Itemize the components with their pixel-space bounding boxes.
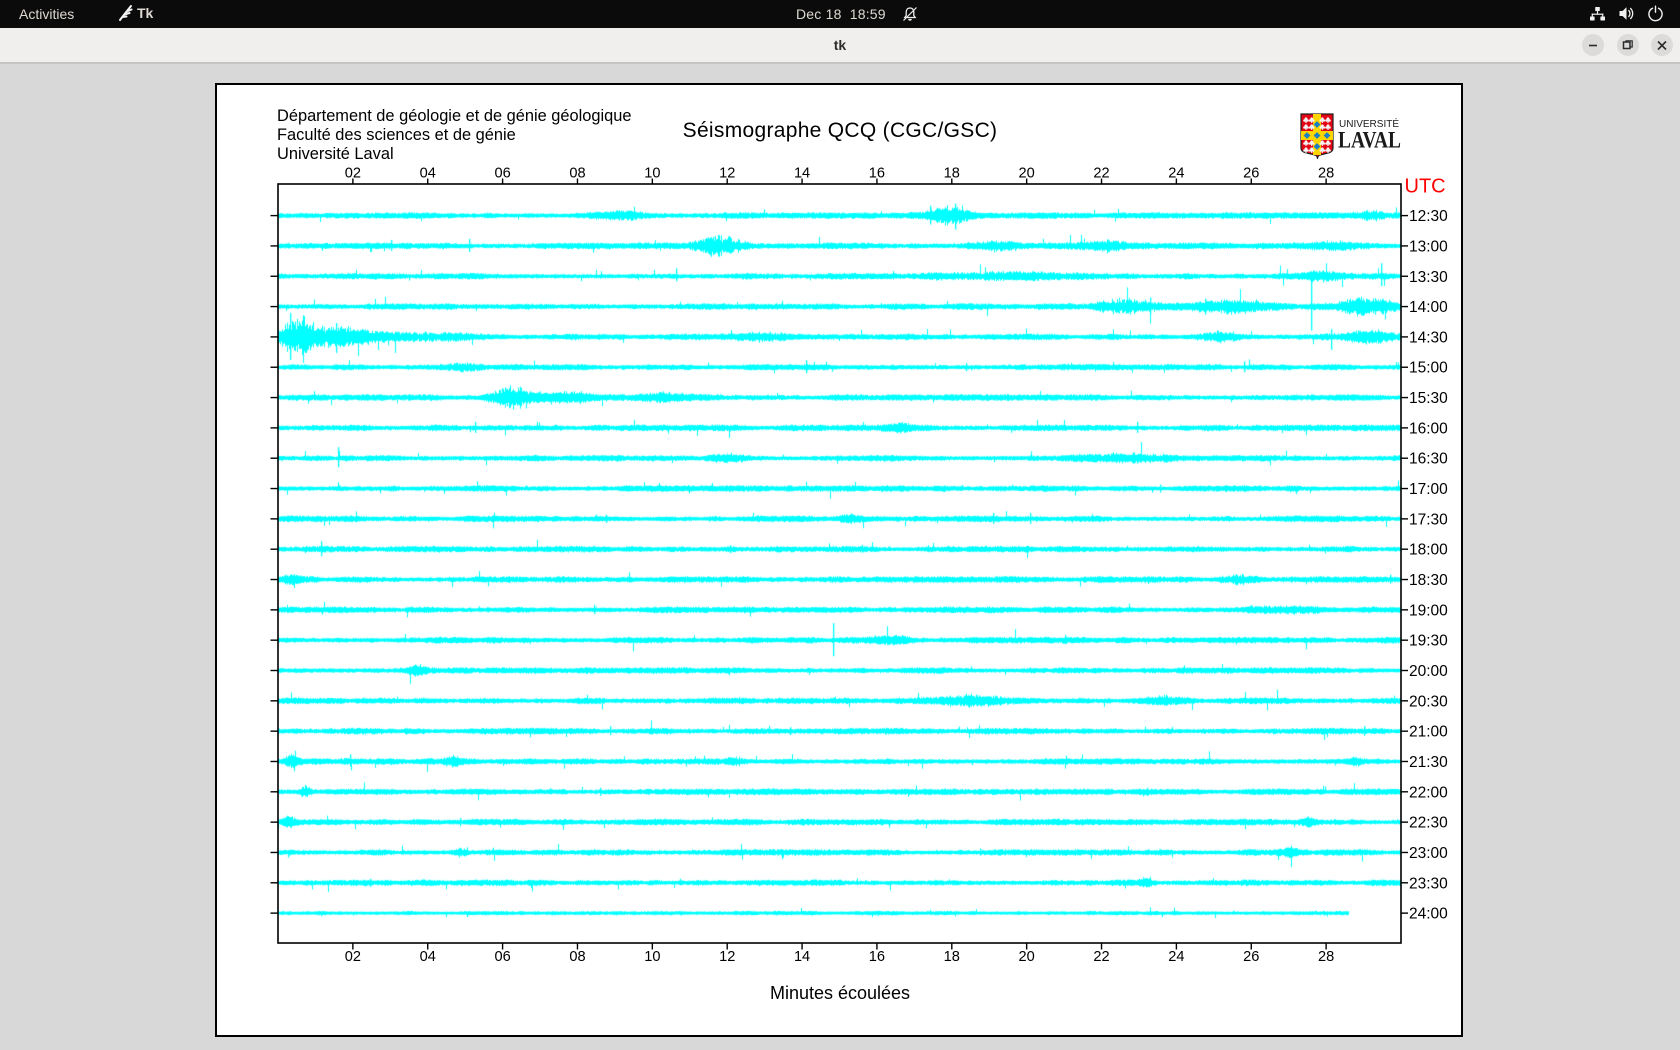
- svg-text:18:00: 18:00: [1409, 542, 1448, 559]
- svg-text:02: 02: [345, 166, 361, 182]
- svg-text:22:00: 22:00: [1409, 784, 1448, 801]
- svg-text:13:30: 13:30: [1409, 269, 1448, 286]
- svg-text:16:00: 16:00: [1409, 420, 1448, 437]
- svg-text:22: 22: [1093, 949, 1109, 965]
- svg-text:21:30: 21:30: [1409, 754, 1448, 771]
- svg-text:12: 12: [719, 949, 735, 965]
- svg-text:UTC: UTC: [1405, 175, 1446, 197]
- svg-text:14:00: 14:00: [1409, 299, 1448, 316]
- svg-text:10: 10: [644, 949, 660, 965]
- svg-text:20:30: 20:30: [1409, 693, 1448, 710]
- svg-text:13:00: 13:00: [1409, 238, 1448, 255]
- svg-text:12: 12: [719, 166, 735, 182]
- svg-text:14: 14: [794, 949, 810, 965]
- svg-text:20:00: 20:00: [1409, 663, 1448, 680]
- svg-text:16:30: 16:30: [1409, 451, 1448, 468]
- svg-text:24: 24: [1168, 166, 1184, 182]
- svg-text:10: 10: [644, 166, 660, 182]
- svg-text:23:30: 23:30: [1409, 875, 1448, 892]
- svg-text:18: 18: [944, 166, 960, 182]
- svg-text:19:00: 19:00: [1409, 602, 1448, 619]
- svg-text:24: 24: [1168, 949, 1184, 965]
- svg-text:18: 18: [944, 949, 960, 965]
- svg-text:28: 28: [1318, 949, 1334, 965]
- svg-text:12:30: 12:30: [1409, 208, 1448, 225]
- svg-text:17:00: 17:00: [1409, 481, 1448, 498]
- svg-text:24:00: 24:00: [1409, 906, 1448, 923]
- svg-text:26: 26: [1243, 166, 1259, 182]
- svg-text:04: 04: [420, 949, 436, 965]
- svg-text:23:00: 23:00: [1409, 845, 1448, 862]
- svg-text:06: 06: [494, 166, 510, 182]
- svg-text:20: 20: [1019, 166, 1035, 182]
- svg-text:06: 06: [494, 949, 510, 965]
- svg-text:17:30: 17:30: [1409, 511, 1448, 528]
- svg-text:08: 08: [569, 166, 585, 182]
- svg-text:16: 16: [869, 166, 885, 182]
- svg-text:02: 02: [345, 949, 361, 965]
- svg-text:26: 26: [1243, 949, 1259, 965]
- svg-text:21:00: 21:00: [1409, 724, 1448, 741]
- svg-text:16: 16: [869, 949, 885, 965]
- svg-text:20: 20: [1019, 949, 1035, 965]
- svg-text:15:00: 15:00: [1409, 360, 1448, 377]
- svg-text:22:30: 22:30: [1409, 815, 1448, 832]
- svg-text:15:30: 15:30: [1409, 390, 1448, 407]
- svg-text:14: 14: [794, 166, 810, 182]
- svg-text:18:30: 18:30: [1409, 572, 1448, 589]
- svg-text:04: 04: [420, 166, 436, 182]
- svg-text:22: 22: [1093, 166, 1109, 182]
- svg-text:28: 28: [1318, 166, 1334, 182]
- svg-text:19:30: 19:30: [1409, 633, 1448, 650]
- svg-text:14:30: 14:30: [1409, 329, 1448, 346]
- svg-text:08: 08: [569, 949, 585, 965]
